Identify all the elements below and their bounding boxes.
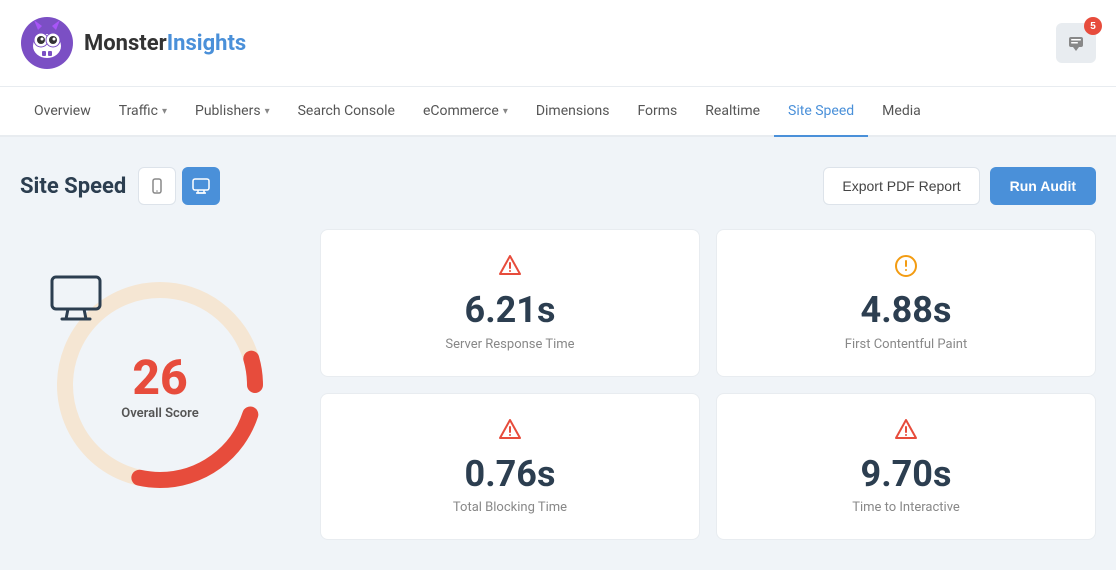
ecommerce-chevron: ▾ <box>503 106 508 117</box>
metric-label-3: Time to Interactive <box>852 500 960 515</box>
nav-item-media[interactable]: Media <box>868 87 935 137</box>
warning-icon-0 <box>498 254 522 283</box>
logo-monster: Monster <box>84 31 167 56</box>
nav-item-forms[interactable]: Forms <box>623 87 691 137</box>
metric-card-fcp: 4.88s First Contentful Paint <box>716 229 1096 377</box>
nav-item-traffic[interactable]: Traffic ▾ <box>105 87 181 137</box>
mobile-device-button[interactable] <box>138 167 176 205</box>
header: MonsterInsights 5 <box>0 0 1116 87</box>
metrics-grid: 6.21s Server Response Time 4.88s First C… <box>320 229 1096 540</box>
metric-value-0: 6.21s <box>465 291 556 331</box>
score-label: Overall Score <box>121 406 198 421</box>
warning-icon-2 <box>498 418 522 447</box>
logo: MonsterInsights <box>20 16 246 70</box>
metric-value-3: 9.70s <box>861 455 952 495</box>
mobile-icon <box>149 178 165 194</box>
notification-button[interactable]: 5 <box>1056 23 1096 63</box>
monitor-svg <box>50 275 102 321</box>
desktop-device-button[interactable] <box>182 167 220 205</box>
metric-value-2: 0.76s <box>465 455 556 495</box>
score-number: 26 <box>132 354 187 402</box>
nav-item-site-speed[interactable]: Site Speed <box>774 87 868 137</box>
metric-label-1: First Contentful Paint <box>845 337 967 352</box>
nav-item-dimensions[interactable]: Dimensions <box>522 87 624 137</box>
score-section: 26 Overall Score <box>20 229 300 540</box>
header-right: 5 <box>1056 23 1096 63</box>
nav-item-realtime[interactable]: Realtime <box>691 87 774 137</box>
logo-insights: Insights <box>167 31 247 56</box>
logo-text: MonsterInsights <box>84 31 246 56</box>
nav-item-overview[interactable]: Overview <box>20 87 105 137</box>
metric-label-2: Total Blocking Time <box>453 500 567 515</box>
notification-icon <box>1066 33 1086 53</box>
nav-item-publishers[interactable]: Publishers ▾ <box>181 87 284 137</box>
desktop-icon <box>192 177 210 195</box>
metric-label-0: Server Response Time <box>445 337 574 352</box>
score-circle: 26 Overall Score <box>50 275 270 495</box>
notification-badge: 5 <box>1084 17 1102 35</box>
traffic-chevron: ▾ <box>162 106 167 117</box>
header-buttons: Export PDF Report Run Audit <box>823 167 1096 205</box>
main-content: Site Speed <box>0 137 1116 570</box>
page-title: Site Speed <box>20 174 126 199</box>
metric-card-tti: 9.70s Time to Interactive <box>716 393 1096 541</box>
metric-value-1: 4.88s <box>861 291 952 331</box>
page-header: Site Speed <box>20 167 1096 205</box>
metric-card-server-response: 6.21s Server Response Time <box>320 229 700 377</box>
nav-item-ecommerce[interactable]: eCommerce ▾ <box>409 87 522 137</box>
metric-card-tbt: 0.76s Total Blocking Time <box>320 393 700 541</box>
publishers-chevron: ▾ <box>265 106 270 117</box>
dashboard: 26 Overall Score 6.21s Server Response T… <box>20 229 1096 540</box>
caution-icon-1 <box>894 254 918 283</box>
score-inner: 26 Overall Score <box>121 348 198 421</box>
main-nav: Overview Traffic ▾ Publishers ▾ Search C… <box>0 87 1116 137</box>
run-audit-button[interactable]: Run Audit <box>990 167 1096 205</box>
page-title-area: Site Speed <box>20 167 220 205</box>
warning-icon-3 <box>894 418 918 447</box>
nav-item-search-console[interactable]: Search Console <box>284 87 409 137</box>
monster-logo-icon <box>20 16 74 70</box>
export-pdf-button[interactable]: Export PDF Report <box>823 167 979 205</box>
device-toggle <box>138 167 220 205</box>
